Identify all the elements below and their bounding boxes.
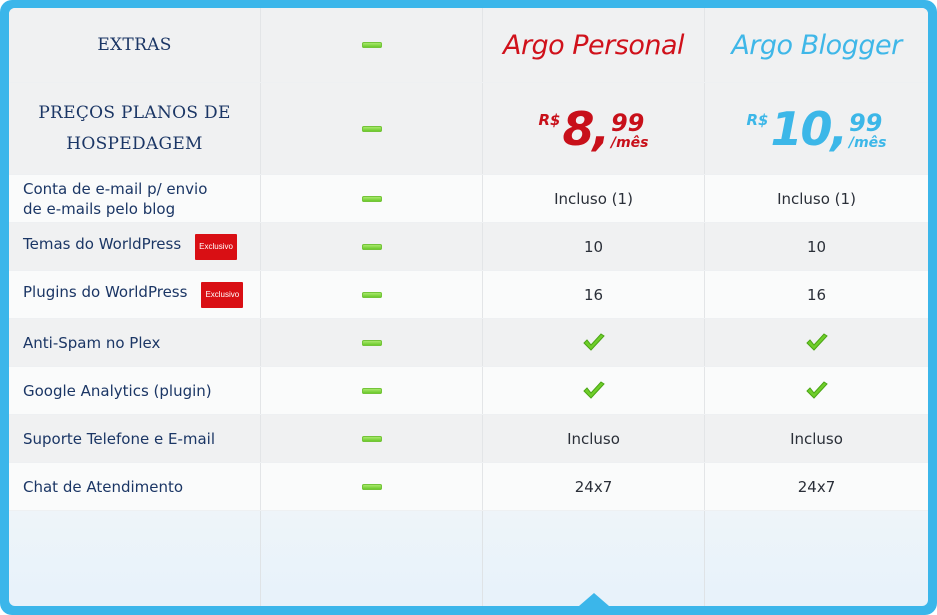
minus-dash-icon <box>361 387 382 394</box>
feature-row: Temas do WorldPress Exclusivo 10 10 <box>9 223 928 271</box>
extras-price-cell <box>261 83 483 174</box>
feature-label-cell: Temas do WorldPress Exclusivo <box>9 223 261 270</box>
feature-row: Chat de Atendimento 24x7 24x7 <box>9 463 928 511</box>
plan-blogger-feature-cell: 16 <box>705 271 928 318</box>
plan-blogger-feature-cell: Incluso <box>705 415 928 462</box>
pricing-table: EXTRAS Argo Personal Argo Blogger PREÇOS… <box>9 8 928 606</box>
feature-label-cell: Chat de Atendimento <box>9 463 261 510</box>
feature-value: Incluso (1) <box>777 189 856 208</box>
plan-blogger-name[interactable]: Argo Blogger <box>731 30 902 61</box>
selected-plan-pointer-icon <box>579 593 609 606</box>
extras-feature-cell <box>261 319 483 366</box>
feature-row: Google Analytics (plugin) <box>9 367 928 415</box>
extras-label: EXTRAS <box>97 35 172 55</box>
plan-blogger-price: R$ 10, 99 /mês <box>746 101 887 156</box>
feature-row: Plugins do WorldPress Exclusivo 16 16 <box>9 271 928 319</box>
plan-personal-feature-cell: 16 <box>483 271 705 318</box>
feature-label-cell: Anti-Spam no Plex <box>9 319 261 366</box>
plan-blogger-header[interactable]: Argo Blogger <box>705 8 928 82</box>
extras-feature-cell <box>261 367 483 414</box>
feature-label: Conta de e-mail p/ envio de e-mails pelo … <box>23 179 208 218</box>
exclusive-badge: Exclusivo <box>195 233 237 260</box>
minus-dash-icon <box>361 291 382 298</box>
feature-value: Incluso <box>567 429 620 448</box>
feature-label: Google Analytics (plugin) <box>23 381 212 400</box>
plan-personal-header[interactable]: Argo Personal <box>483 8 705 82</box>
extras-feature-cell <box>261 415 483 462</box>
minus-dash-icon <box>361 243 382 250</box>
check-icon <box>805 380 829 401</box>
plan-blogger-feature-cell: 10 <box>705 223 928 270</box>
feature-label: Chat de Atendimento <box>23 477 184 496</box>
check-icon <box>582 332 606 353</box>
exclusive-badge: Exclusivo <box>201 281 244 308</box>
header-row: EXTRAS Argo Personal Argo Blogger <box>9 8 928 83</box>
feature-label: Plugins do WorldPress Exclusivo <box>23 281 244 308</box>
feature-label: Temas do WorldPress Exclusivo <box>23 233 237 260</box>
extras-header-cell: EXTRAS <box>9 8 261 82</box>
plan-blogger-feature-cell <box>705 319 928 366</box>
plan-personal-price: R$ 8, 99 /mês <box>538 101 649 156</box>
plan-personal-name[interactable]: Argo Personal <box>503 30 685 61</box>
extras-feature-cell <box>261 175 483 222</box>
feature-value: Incluso <box>790 429 843 448</box>
plan-personal-feature-cell: 24x7 <box>483 463 705 510</box>
price-row: PREÇOS PLANOS DE HOSPEDAGEM R$ 8, 99 /mê… <box>9 83 928 175</box>
feature-value: 24x7 <box>797 477 836 496</box>
feature-value: 16 <box>806 285 827 304</box>
feature-label-cell: Conta de e-mail p/ envio de e-mails pelo … <box>9 175 261 222</box>
pricing-table-frame: EXTRAS Argo Personal Argo Blogger PREÇOS… <box>0 0 937 615</box>
plan-personal-feature-cell: Incluso (1) <box>483 175 705 222</box>
extras-column-header <box>261 8 483 82</box>
price-label: PREÇOS PLANOS DE HOSPEDAGEM <box>38 102 231 154</box>
plan-personal-feature-cell <box>483 319 705 366</box>
feature-value: Incluso (1) <box>554 189 633 208</box>
extras-feature-cell <box>261 463 483 510</box>
minus-dash-icon <box>361 125 382 132</box>
table-footer <box>9 500 928 606</box>
feature-value: 16 <box>583 285 604 304</box>
plan-personal-feature-cell: Incluso <box>483 415 705 462</box>
minus-dash-icon <box>361 339 382 346</box>
minus-dash-icon <box>361 483 382 490</box>
feature-rows: Conta de e-mail p/ envio de e-mails pelo … <box>9 175 928 511</box>
plan-personal-feature-cell <box>483 367 705 414</box>
extras-feature-cell <box>261 271 483 318</box>
pricing-grid: EXTRAS Argo Personal Argo Blogger PREÇOS… <box>9 8 928 511</box>
plan-blogger-feature-cell: 24x7 <box>705 463 928 510</box>
feature-value: 24x7 <box>574 477 613 496</box>
feature-label-cell: Plugins do WorldPress Exclusivo <box>9 271 261 318</box>
feature-value: 10 <box>806 237 827 256</box>
price-label-cell: PREÇOS PLANOS DE HOSPEDAGEM <box>9 83 261 174</box>
plan-blogger-price-cell: R$ 10, 99 /mês <box>705 83 928 174</box>
minus-dash-icon <box>361 195 382 202</box>
feature-label-cell: Suporte Telefone e E-mail <box>9 415 261 462</box>
extras-feature-cell <box>261 223 483 270</box>
plan-blogger-feature-cell <box>705 367 928 414</box>
minus-dash-icon <box>361 42 382 48</box>
feature-label: Suporte Telefone e E-mail <box>23 429 215 448</box>
feature-row: Suporte Telefone e E-mail Incluso Incluso <box>9 415 928 463</box>
check-icon <box>582 380 606 401</box>
check-icon <box>805 332 829 353</box>
minus-dash-icon <box>361 435 382 442</box>
plan-personal-feature-cell: 10 <box>483 223 705 270</box>
feature-row: Conta de e-mail p/ envio de e-mails pelo … <box>9 175 928 223</box>
plan-blogger-feature-cell: Incluso (1) <box>705 175 928 222</box>
feature-value: 10 <box>583 237 604 256</box>
feature-label: Anti-Spam no Plex <box>23 333 161 352</box>
feature-row: Anti-Spam no Plex <box>9 319 928 367</box>
feature-label-cell: Google Analytics (plugin) <box>9 367 261 414</box>
plan-personal-price-cell: R$ 8, 99 /mês <box>483 83 705 174</box>
